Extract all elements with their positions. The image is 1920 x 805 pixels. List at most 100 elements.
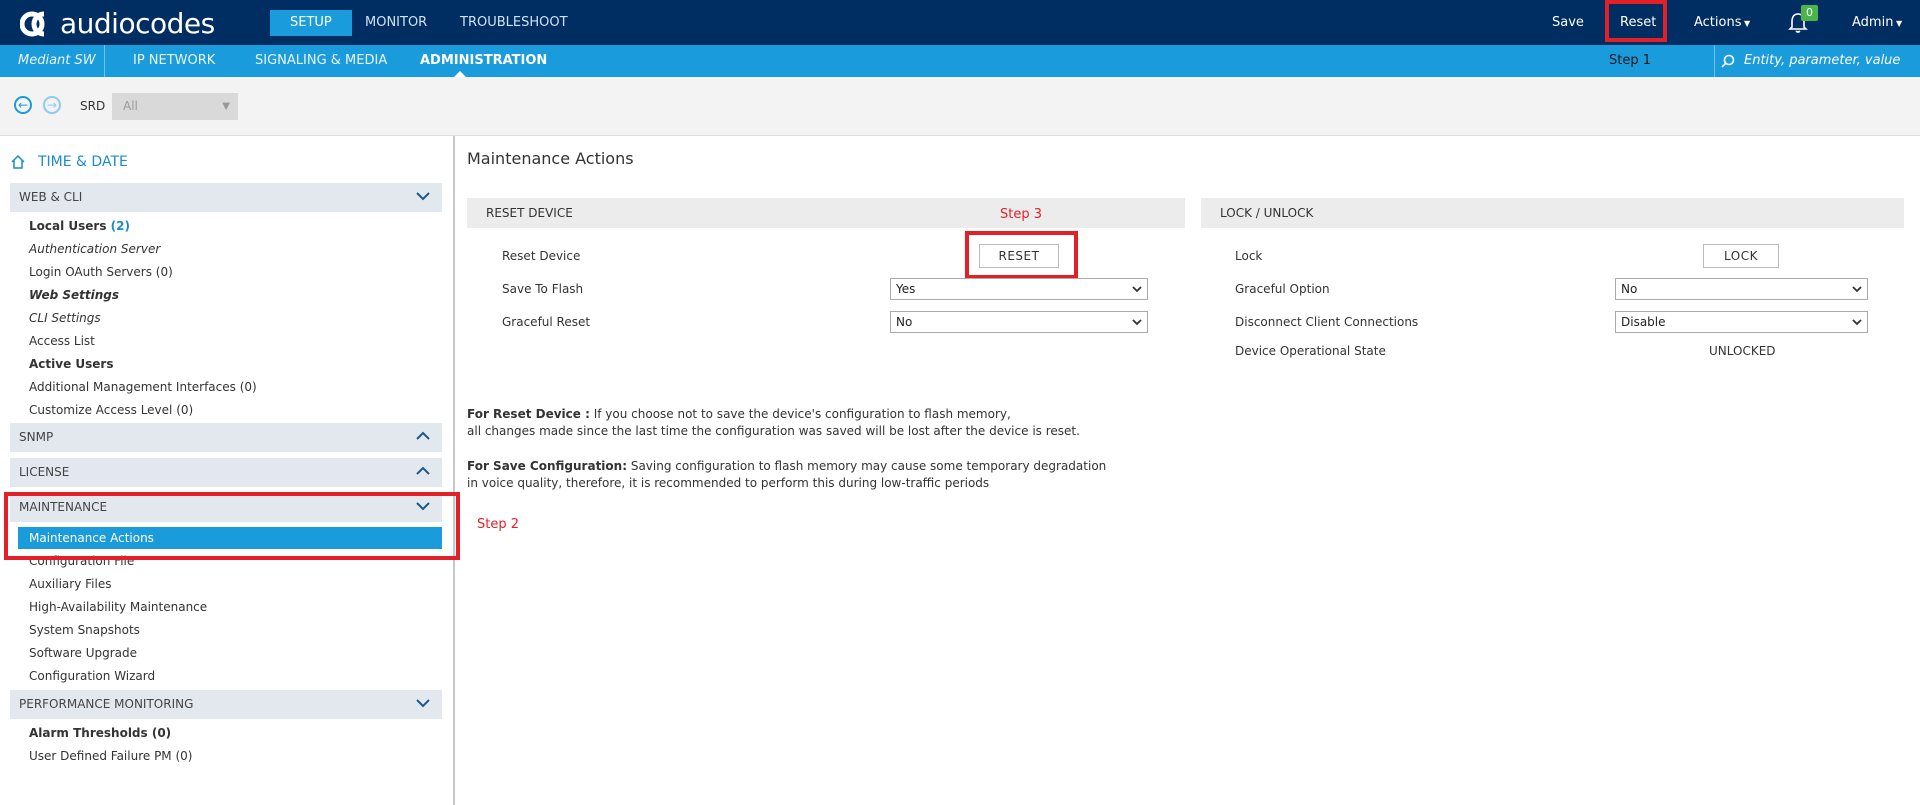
- save-to-flash-select[interactable]: Yes: [890, 278, 1148, 300]
- note-text: Saving configuration to flash memory may…: [627, 459, 1107, 473]
- tab-monitor[interactable]: MONITOR: [345, 10, 447, 36]
- reset-device-label: Reset Device: [502, 249, 581, 263]
- tab-ip-network[interactable]: IP NETWORK: [133, 45, 215, 77]
- sidebar-item-additional-mgmt[interactable]: Additional Management Interfaces (0): [29, 380, 257, 394]
- graceful-reset-label: Graceful Reset: [502, 315, 591, 329]
- sidebar-item-auxiliary-files[interactable]: Auxiliary Files: [29, 577, 111, 591]
- note-heading: For Save Configuration:: [467, 459, 628, 473]
- graceful-reset-select[interactable]: No: [890, 311, 1148, 333]
- actions-menu[interactable]: Actions ▼: [1694, 0, 1750, 45]
- srd-label: SRD: [80, 99, 106, 113]
- disconnect-client-label: Disconnect Client Connections: [1235, 315, 1419, 329]
- select-value: Yes: [896, 282, 916, 296]
- admin-label: Admin: [1852, 15, 1894, 30]
- device-op-state-value: UNLOCKED: [1709, 344, 1776, 358]
- step1-label: Step 1: [1609, 53, 1652, 68]
- save-to-flash-label: Save To Flash: [502, 282, 584, 296]
- select-value: No: [896, 315, 913, 329]
- graceful-option-label: Graceful Option: [1235, 282, 1330, 296]
- chevron-down-icon: [1852, 312, 1862, 340]
- step3-label: Step 3: [1000, 207, 1043, 222]
- separator: [1714, 45, 1715, 77]
- notification-badge: 0: [1801, 5, 1818, 21]
- note-text: If you choose not to save the device's c…: [589, 407, 1011, 421]
- chevron-down-icon: [416, 690, 430, 719]
- sidebar-item-software-upgrade[interactable]: Software Upgrade: [29, 646, 137, 660]
- section-license[interactable]: LICENSE: [10, 458, 442, 487]
- reset-device-panel-header: RESET DEVICE: [467, 198, 1185, 228]
- home-label: TIME & DATE: [38, 154, 128, 170]
- caret-down-icon: ▼: [1893, 19, 1903, 28]
- sidebar-item-configuration-wizard[interactable]: Configuration Wizard: [29, 669, 155, 683]
- step2-label: Step 2: [477, 517, 520, 532]
- section-label: WEB & CLI: [19, 190, 83, 204]
- srd-value: All: [123, 99, 138, 113]
- search-icon: [1721, 54, 1735, 68]
- sidebar: TIME & DATE WEB & CLI Local Users (2) Au…: [0, 136, 455, 805]
- section-label: PERFORMANCE MONITORING: [19, 697, 194, 711]
- select-value: Disable: [1621, 315, 1666, 329]
- forward-arrow-icon[interactable]: →: [43, 96, 61, 114]
- item-count: (2): [110, 219, 130, 233]
- device-op-state-label: Device Operational State: [1235, 344, 1386, 358]
- tab-setup[interactable]: SETUP: [270, 10, 352, 36]
- step3-highlight-box: [965, 231, 1078, 279]
- chevron-up-icon: [416, 458, 430, 487]
- section-snmp[interactable]: SNMP: [10, 423, 442, 452]
- admin-menu[interactable]: Admin ▼: [1852, 0, 1902, 45]
- save-config-note: For Save Configuration: Saving configura…: [467, 458, 1106, 492]
- device-name[interactable]: Mediant SW: [18, 45, 96, 77]
- sidebar-home-link[interactable]: TIME & DATE: [10, 154, 128, 170]
- srd-select[interactable]: All ▼: [112, 93, 238, 120]
- sidebar-item-system-snapshots[interactable]: System Snapshots: [29, 623, 140, 637]
- tab-troubleshoot[interactable]: TROUBLESHOOT: [440, 10, 588, 36]
- note-heading: For Reset Device :: [467, 407, 590, 421]
- page-title: Maintenance Actions: [467, 149, 634, 168]
- sidebar-item-customize-access[interactable]: Customize Access Level (0): [29, 403, 193, 417]
- sidebar-item-local-users[interactable]: Local Users (2): [29, 219, 130, 233]
- tab-administration[interactable]: ADMINISTRATION: [420, 45, 547, 77]
- chevron-down-icon: [1852, 279, 1862, 307]
- sidebar-item-ha-maintenance[interactable]: High-Availability Maintenance: [29, 600, 207, 614]
- save-button[interactable]: Save: [1552, 0, 1584, 45]
- section-web-cli[interactable]: WEB & CLI: [10, 183, 442, 212]
- select-value: No: [1621, 282, 1638, 296]
- step1-highlight-box: [1605, 0, 1667, 42]
- logo-text: audiocodes: [60, 6, 215, 40]
- chevron-down-icon: [1132, 279, 1142, 307]
- disconnect-client-select[interactable]: Disable: [1615, 311, 1868, 333]
- chevron-up-icon: [416, 423, 430, 452]
- sidebar-item-web-settings[interactable]: Web Settings: [29, 288, 119, 302]
- back-arrow-icon[interactable]: ←: [14, 96, 32, 114]
- section-label: LICENSE: [19, 465, 70, 479]
- sidebar-item-authentication-server[interactable]: Authentication Server: [29, 242, 160, 256]
- sidebar-item-login-oauth[interactable]: Login OAuth Servers (0): [29, 265, 173, 279]
- sidebar-item-access-list[interactable]: Access List: [29, 334, 95, 348]
- section-performance-monitoring[interactable]: PERFORMANCE MONITORING: [10, 690, 442, 719]
- search-input[interactable]: Entity, parameter, value: [1744, 45, 1900, 77]
- graceful-option-select[interactable]: No: [1615, 278, 1868, 300]
- sidebar-item-alarm-thresholds[interactable]: Alarm Thresholds (0): [29, 726, 171, 740]
- sidebar-item-user-defined-pm[interactable]: User Defined Failure PM (0): [29, 749, 192, 763]
- note-text: all changes made since the last time the…: [467, 424, 1080, 438]
- sidebar-item-active-users[interactable]: Active Users: [29, 357, 113, 371]
- tab-signaling-media[interactable]: SIGNALING & MEDIA: [255, 45, 387, 77]
- lock-label: Lock: [1235, 249, 1263, 263]
- logo-mark-icon: [20, 11, 45, 37]
- chevron-down-icon: [416, 183, 430, 212]
- lock-unlock-panel-header: LOCK / UNLOCK: [1201, 198, 1904, 228]
- separator: [104, 45, 105, 77]
- item-label: Local Users: [29, 219, 107, 233]
- lock-button[interactable]: LOCK: [1703, 244, 1779, 268]
- caret-down-icon: ▼: [1741, 19, 1751, 28]
- sub-navigation-bar: Mediant SW IP NETWORK SIGNALING & MEDIA …: [0, 45, 1920, 77]
- section-label: SNMP: [19, 430, 54, 444]
- audiocodes-logo[interactable]: audiocodes: [20, 4, 215, 42]
- caret-down-icon: ▼: [222, 101, 230, 112]
- sidebar-item-cli-settings[interactable]: CLI Settings: [29, 311, 101, 325]
- srd-filter-bar: ← → SRD All ▼: [0, 77, 1920, 136]
- home-icon: [11, 154, 25, 169]
- chevron-down-icon: [1132, 312, 1142, 340]
- reset-device-note: For Reset Device : If you choose not to …: [467, 406, 1080, 440]
- note-text: in voice quality, therefore, it is recom…: [467, 476, 990, 490]
